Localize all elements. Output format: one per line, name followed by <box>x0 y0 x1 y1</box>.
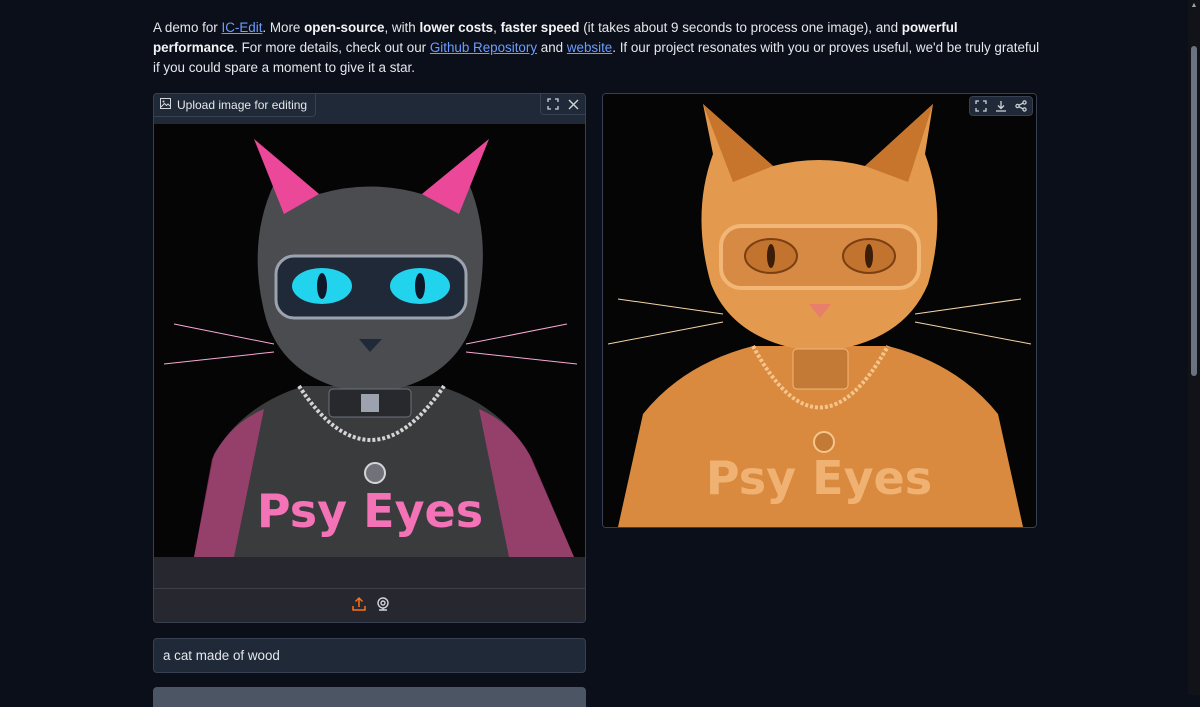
prompt-input[interactable]: a cat made of wood <box>153 638 586 673</box>
intro-text-segment: , <box>493 20 501 35</box>
website-link[interactable]: website <box>567 40 612 55</box>
page-scrollbar[interactable]: ▲ <box>1188 0 1200 695</box>
fullscreen-icon[interactable] <box>972 98 990 114</box>
input-image: Psy Eyes <box>154 124 585 557</box>
scroll-up-icon[interactable]: ▲ <box>1190 2 1198 10</box>
intro-text: A demo for IC-Edit. More open-source, wi… <box>153 18 1043 78</box>
bold-faster-speed: faster speed <box>500 20 580 35</box>
output-image: Psy Eyes <box>603 94 1036 527</box>
image-icon <box>160 98 171 112</box>
prompt-input-value: a cat made of wood <box>163 648 280 663</box>
upload-icon[interactable] <box>351 596 367 616</box>
scrollbar-thumb[interactable] <box>1191 46 1197 376</box>
download-icon[interactable] <box>992 98 1010 114</box>
intro-text-segment: (it takes about 9 seconds to process one… <box>579 20 902 35</box>
shirt-text: Psy Eyes <box>706 451 932 505</box>
upload-label-text: Upload image for editing <box>177 98 308 112</box>
bold-open-source: open-source <box>304 20 385 35</box>
intro-text-segment: A demo for <box>153 20 222 35</box>
bold-lower-costs: lower costs <box>419 20 494 35</box>
run-button[interactable] <box>153 687 586 707</box>
intro-text-segment: , with <box>384 20 420 35</box>
webcam-icon[interactable] <box>375 596 391 616</box>
ic-edit-link[interactable]: IC-Edit <box>221 20 262 35</box>
share-icon[interactable] <box>1012 98 1030 114</box>
close-icon[interactable] <box>564 95 582 113</box>
upload-label: Upload image for editing <box>154 94 317 117</box>
fullscreen-icon[interactable] <box>544 95 562 113</box>
output-panel-tools <box>969 96 1033 116</box>
intro-text-segment: . For more details, check out our <box>234 40 430 55</box>
source-selector <box>154 596 585 616</box>
footer-divider <box>154 588 585 589</box>
input-panel-tools <box>540 94 585 115</box>
intro-text-segment: and <box>537 40 567 55</box>
shirt-text: Psy Eyes <box>257 484 483 538</box>
intro-text-segment: . More <box>262 20 305 35</box>
output-image-panel: Psy Eyes <box>602 93 1037 528</box>
input-image-panel[interactable]: Upload image for editing Psy Eyes <box>153 93 586 623</box>
github-repository-link[interactable]: Github Repository <box>430 40 537 55</box>
